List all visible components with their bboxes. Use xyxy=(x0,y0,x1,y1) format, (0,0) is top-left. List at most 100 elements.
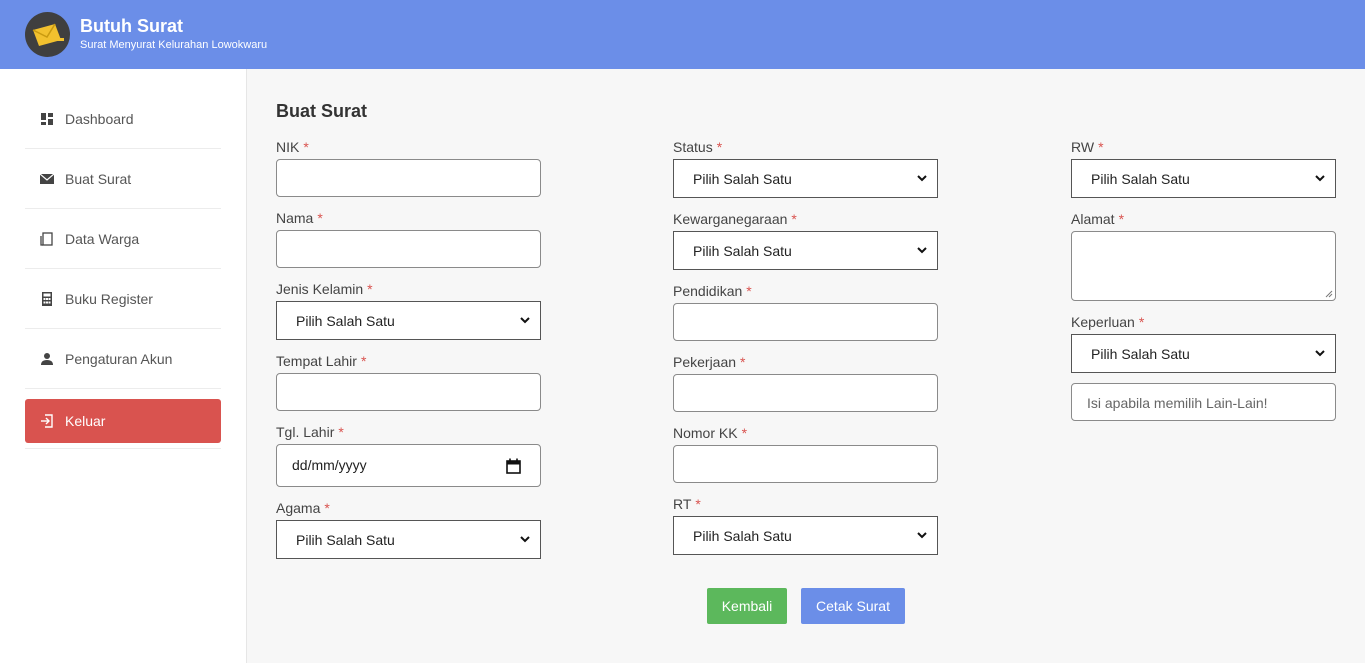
keperluan-label: Keperluan * xyxy=(1071,314,1144,330)
tempat-lahir-input[interactable] xyxy=(276,373,541,411)
rw-label: RW * xyxy=(1071,139,1104,155)
app-title: Butuh Surat xyxy=(80,16,183,36)
required-mark: * xyxy=(741,425,748,441)
rw-label-text: RW xyxy=(1071,139,1095,155)
select-value: Pilih Salah Satu xyxy=(296,532,395,548)
kewarganegaraan-label-text: Kewarganegaraan xyxy=(673,211,788,227)
sidebar-item-label: Buat Surat xyxy=(65,171,132,187)
app-subtitle: Surat Menyurat Kelurahan Lowokwaru xyxy=(80,39,268,51)
alamat-label: Alamat * xyxy=(1071,211,1124,227)
required-mark: * xyxy=(1138,314,1145,330)
kewarganegaraan-label: Kewarganegaraan * xyxy=(673,211,797,227)
lain-lain-placeholder: Isi apabila memilih Lain-Lain! xyxy=(1087,395,1268,411)
chevron-down-icon xyxy=(917,175,927,182)
pendidikan-input[interactable] xyxy=(673,303,938,341)
tgl-lahir-label-text: Tgl. Lahir xyxy=(276,424,335,440)
pekerjaan-input[interactable] xyxy=(673,374,938,412)
rt-select[interactable]: Pilih Salah Satu xyxy=(673,516,938,555)
tempat-lahir-label: Tempat Lahir * xyxy=(276,353,366,369)
nik-input[interactable] xyxy=(276,159,541,197)
sidebar-item-dashboard[interactable]: Dashboard xyxy=(25,89,221,149)
jenis-kelamin-label-text: Jenis Kelamin xyxy=(276,281,364,297)
chevron-down-icon xyxy=(1315,175,1325,182)
logout-icon xyxy=(41,414,53,428)
sidebar-item-data-warga[interactable]: Data Warga xyxy=(25,209,221,269)
jenis-kelamin-label: Jenis Kelamin * xyxy=(276,281,373,297)
pendidikan-label-text: Pendidikan xyxy=(673,283,743,299)
chevron-down-icon xyxy=(1315,350,1325,357)
page-title: Buat Surat xyxy=(276,101,368,121)
logo xyxy=(25,12,70,57)
kembali-button[interactable]: Kembali xyxy=(707,588,787,624)
nomor-kk-label: Nomor KK * xyxy=(673,425,747,441)
nama-label-text: Nama xyxy=(276,210,314,226)
keperluan-select[interactable]: Pilih Salah Satu xyxy=(1071,334,1336,373)
envelope-icon xyxy=(40,173,54,184)
chevron-down-icon xyxy=(520,317,530,324)
nik-label: NIK * xyxy=(276,139,309,155)
required-mark: * xyxy=(740,354,746,370)
status-label: Status * xyxy=(673,139,722,155)
jenis-kelamin-select[interactable]: Pilih Salah Satu xyxy=(276,301,541,340)
rt-label-text: RT xyxy=(673,496,692,512)
required-mark: * xyxy=(746,283,752,299)
divider xyxy=(25,448,221,449)
kewarganegaraan-select[interactable]: Pilih Salah Satu xyxy=(673,231,938,270)
cetak-surat-button[interactable]: Cetak Surat xyxy=(801,588,905,624)
status-select[interactable]: Pilih Salah Satu xyxy=(673,159,938,198)
agama-select[interactable]: Pilih Salah Satu xyxy=(276,520,541,559)
nomor-kk-input[interactable] xyxy=(673,445,938,483)
required-mark: * xyxy=(1098,139,1104,155)
select-value: Pilih Salah Satu xyxy=(1091,171,1190,187)
nama-label: Nama * xyxy=(276,210,323,226)
sidebar-item-label: Dashboard xyxy=(65,111,134,127)
required-mark: * xyxy=(695,496,701,512)
required-mark: * xyxy=(1118,211,1125,227)
select-value: Pilih Salah Satu xyxy=(693,528,792,544)
resize-grip-icon[interactable] xyxy=(1325,290,1333,298)
select-value: Pilih Salah Satu xyxy=(1091,346,1190,362)
user-icon xyxy=(41,353,53,365)
calendar-icon[interactable] xyxy=(506,458,521,474)
sidebar-item-buat-surat[interactable]: Buat Surat xyxy=(25,149,221,209)
select-value: Pilih Salah Satu xyxy=(693,171,792,187)
alamat-textarea[interactable] xyxy=(1071,231,1336,301)
sidebar-item-label: Data Warga xyxy=(65,231,140,247)
lain-lain-input[interactable]: Isi apabila memilih Lain-Lain! xyxy=(1071,383,1336,421)
envelope-logo-icon xyxy=(32,23,64,46)
date-value: dd/mm/yyyy xyxy=(292,457,367,473)
select-value: Pilih Salah Satu xyxy=(296,313,395,329)
rw-select[interactable]: Pilih Salah Satu xyxy=(1071,159,1336,198)
nama-input[interactable] xyxy=(276,230,541,268)
nik-label-text: NIK xyxy=(276,139,300,155)
chevron-down-icon xyxy=(917,247,927,254)
pekerjaan-label-text: Pekerjaan xyxy=(673,354,737,370)
required-mark: * xyxy=(324,500,330,516)
logout-button[interactable]: Keluar xyxy=(25,399,221,443)
copy-icon xyxy=(40,232,53,246)
pendidikan-label: Pendidikan * xyxy=(673,283,752,299)
tempat-lahir-label-text: Tempat Lahir xyxy=(276,353,357,369)
status-label-text: Status xyxy=(673,139,713,155)
required-mark: * xyxy=(791,211,797,227)
tgl-lahir-label: Tgl. Lahir * xyxy=(276,424,344,440)
sidebar-item-pengaturan-akun[interactable]: Pengaturan Akun xyxy=(25,329,221,389)
required-mark: * xyxy=(360,353,367,369)
chevron-down-icon xyxy=(917,532,927,539)
tgl-lahir-input[interactable]: dd/mm/yyyy xyxy=(276,444,541,487)
sidebar-item-label: Buku Register xyxy=(65,291,153,307)
sidebar-item-label: Keluar xyxy=(65,413,106,429)
required-mark: * xyxy=(716,139,723,155)
required-mark: * xyxy=(367,281,373,297)
select-value: Pilih Salah Satu xyxy=(693,243,792,259)
required-mark: * xyxy=(303,139,309,155)
required-mark: * xyxy=(317,210,323,226)
sidebar-item-label: Pengaturan Akun xyxy=(65,351,173,367)
sidebar-item-buku-register[interactable]: Buku Register xyxy=(25,269,221,329)
alamat-label-text: Alamat xyxy=(1071,211,1115,227)
required-mark: * xyxy=(338,424,344,440)
dashboard-icon xyxy=(41,113,53,125)
keperluan-label-text: Keperluan xyxy=(1071,314,1135,330)
agama-label-text: Agama xyxy=(276,500,321,516)
chevron-down-icon xyxy=(520,536,530,543)
